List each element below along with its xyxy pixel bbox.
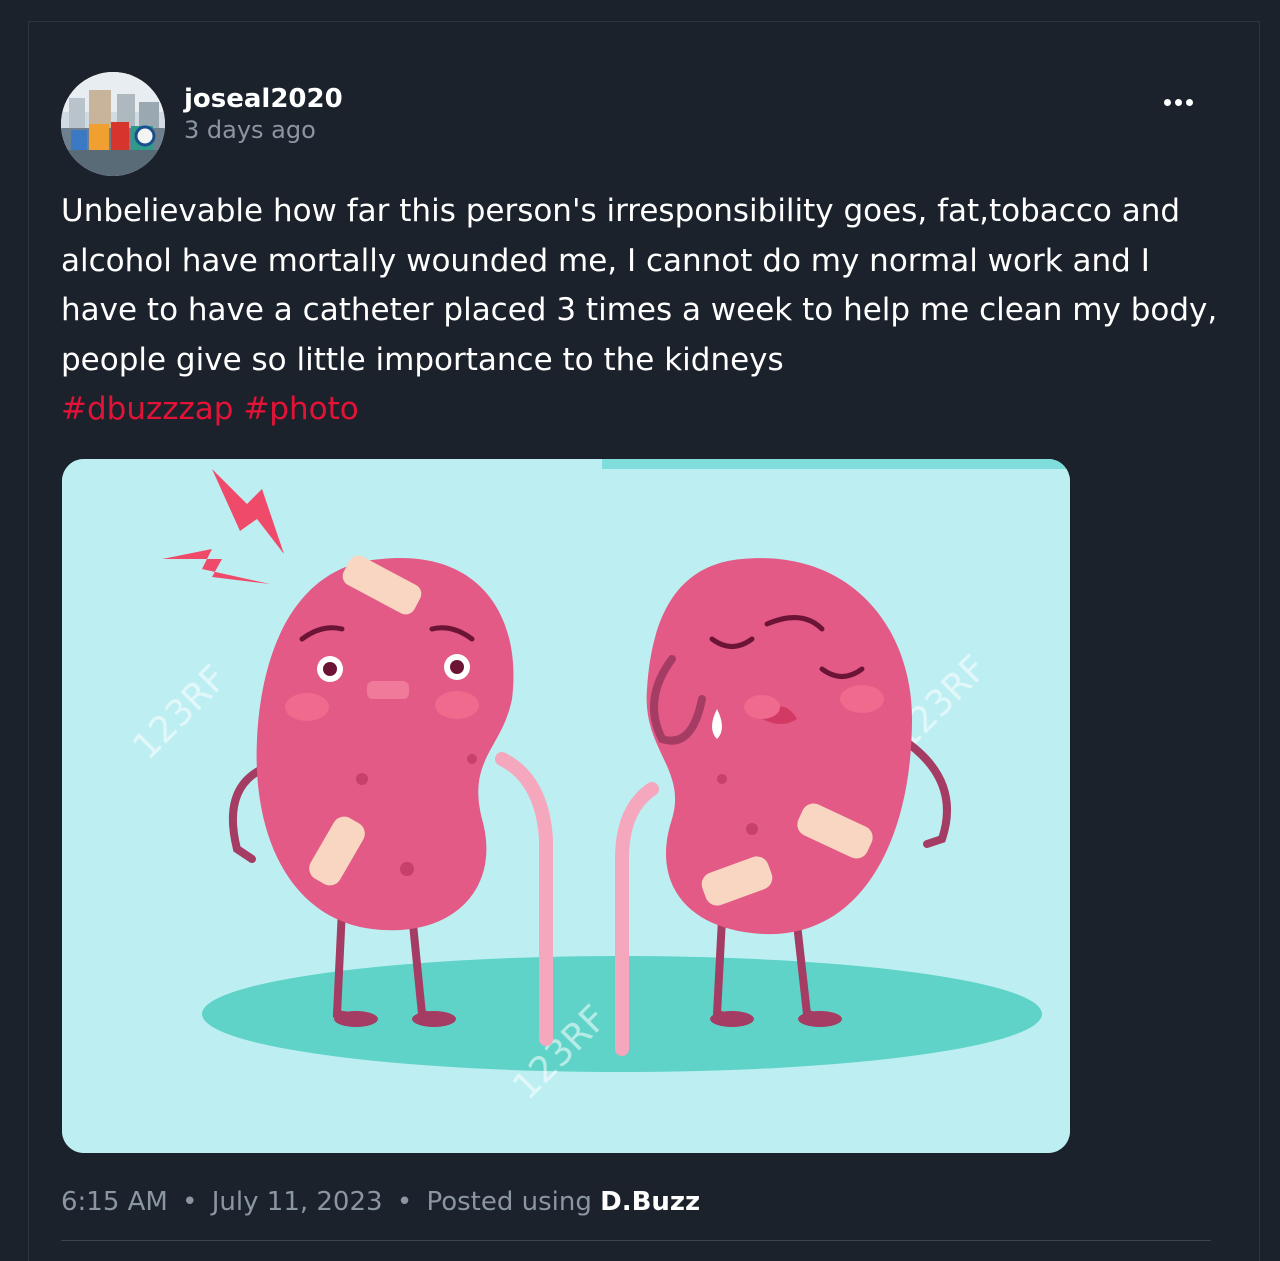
author-username[interactable]: joseal2020 — [184, 82, 343, 116]
divider — [61, 1240, 1211, 1241]
post-time-ago: 3 days ago — [184, 116, 316, 144]
post-body: Unbelievable how far this person's irres… — [61, 193, 1218, 378]
post-date: July 11, 2023 — [211, 1187, 383, 1217]
footer-separator: • — [396, 1187, 413, 1217]
more-dots-icon — [1185, 98, 1193, 106]
post-tags: #dbuzzzap #photo — [61, 385, 359, 435]
footer-separator: • — [182, 1187, 198, 1217]
top-bar — [0, 0, 1280, 22]
kidneys-illustration: 123RF 123RF 123RF — [62, 459, 1070, 1153]
app-name-link[interactable]: D.Buzz — [600, 1187, 700, 1217]
posted-using-label: Posted using — [426, 1187, 592, 1217]
more-dots-icon — [1174, 98, 1182, 106]
author-avatar[interactable] — [61, 72, 165, 176]
post-image[interactable]: 123RF 123RF 123RF — [62, 459, 1070, 1153]
avatar-image — [61, 72, 165, 176]
post-footer: 6:15 AM • July 11, 2023 • Posted using D… — [61, 1180, 700, 1224]
hashtag-link[interactable]: #dbuzzzap — [61, 391, 233, 427]
more-options-button[interactable] — [1154, 86, 1202, 118]
post-time: 6:15 AM — [61, 1187, 168, 1217]
more-dots-icon — [1163, 98, 1171, 106]
hashtag-link[interactable]: #photo — [243, 391, 358, 427]
